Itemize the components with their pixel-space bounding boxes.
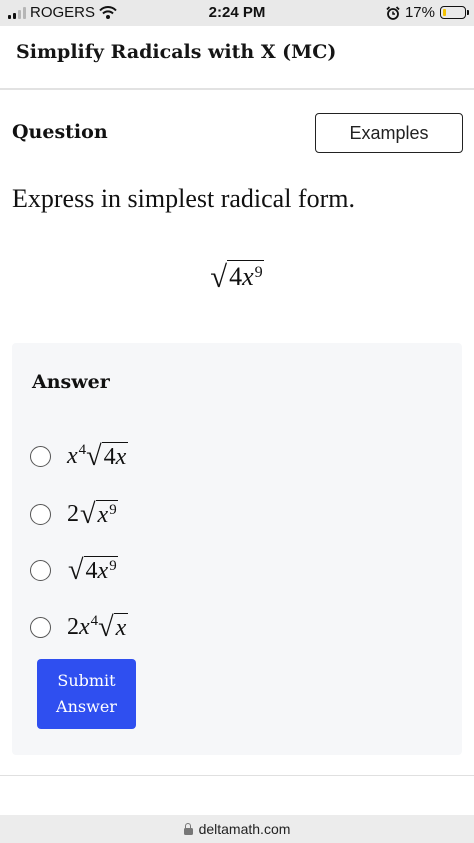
page-header: Simplify Radicals with X (MC) — [0, 26, 474, 90]
outer-exponent: 4 — [90, 613, 99, 630]
choice-expression: √ 4x9 — [67, 555, 118, 587]
outer-coefficient: 2 — [67, 501, 79, 528]
bottom-divider — [0, 775, 474, 776]
radicand-variable: x — [97, 558, 109, 585]
submit-answer-button[interactable]: Submit Answer — [37, 659, 136, 729]
radical-sign-icon: √ x9 — [80, 499, 118, 531]
outer-exponent: 4 — [78, 442, 87, 459]
radicand-exponent: 9 — [254, 263, 263, 281]
radicand-exponent: 9 — [109, 501, 117, 518]
outer-variable: x — [79, 614, 90, 641]
radical-sign-icon: √ 4x9 — [68, 555, 118, 587]
lock-icon — [183, 823, 193, 835]
choice-expression: 2 √ x9 — [67, 499, 118, 531]
outer-variable: x — [67, 443, 78, 470]
radical-sign-icon: √ 4x — [86, 441, 129, 473]
answer-choice-2[interactable]: 2 √ x9 — [30, 499, 118, 531]
radical-sign-icon: √ x — [98, 612, 129, 644]
radicand-variable: x — [115, 615, 127, 642]
radio-button[interactable] — [30, 445, 51, 467]
radio-button[interactable] — [30, 559, 51, 581]
battery-level-fill — [442, 8, 446, 16]
choice-expression: 2x4 √ x — [67, 612, 129, 644]
outer-coefficient: 2 — [67, 614, 79, 641]
answer-choice-4[interactable]: 2x4 √ x — [30, 612, 129, 644]
radicand-variable: x — [115, 444, 127, 471]
radio-button[interactable] — [30, 616, 51, 638]
radicand-coefficient: 4 — [103, 444, 116, 471]
examples-button[interactable]: Examples — [315, 113, 463, 153]
answer-card: Answer x4 √ 4x 2 √ x9 √ 4x9 2x4 √ x Submit A… — [12, 343, 462, 755]
alarm-icon — [386, 5, 400, 20]
radicand-variable: x — [242, 262, 254, 292]
url-bar[interactable]: deltamath.com — [0, 815, 474, 843]
submit-label-line-1: Submit — [57, 671, 116, 690]
radicand-exponent: 9 — [109, 557, 117, 574]
question-prompt: Express in simplest radical form. — [12, 184, 355, 213]
status-bar: ROGERS 2:24 PM 17% — [0, 0, 474, 26]
radicand-coefficient: 4 — [85, 558, 98, 585]
status-right: 17% — [386, 4, 469, 21]
question-heading: Question — [12, 121, 108, 143]
page-title: Simplify Radicals with X (MC) — [16, 41, 337, 63]
battery-percent: 17% — [404, 4, 435, 21]
radicand-variable: x — [97, 502, 109, 529]
url-domain: deltamath.com — [198, 821, 291, 837]
battery-icon — [440, 6, 469, 19]
radical-sign-icon: √ 4x9 — [210, 259, 264, 294]
choice-expression: x4 √ 4x — [67, 441, 129, 473]
submit-label-line-2: Answer — [56, 697, 117, 716]
question-expression: √ 4x9 — [0, 260, 474, 292]
radio-button[interactable] — [30, 503, 51, 525]
answer-choice-3[interactable]: √ 4x9 — [30, 555, 118, 587]
answer-heading: Answer — [32, 371, 110, 393]
radicand-coefficient: 4 — [229, 262, 243, 292]
answer-choice-1[interactable]: x4 √ 4x — [30, 441, 129, 473]
